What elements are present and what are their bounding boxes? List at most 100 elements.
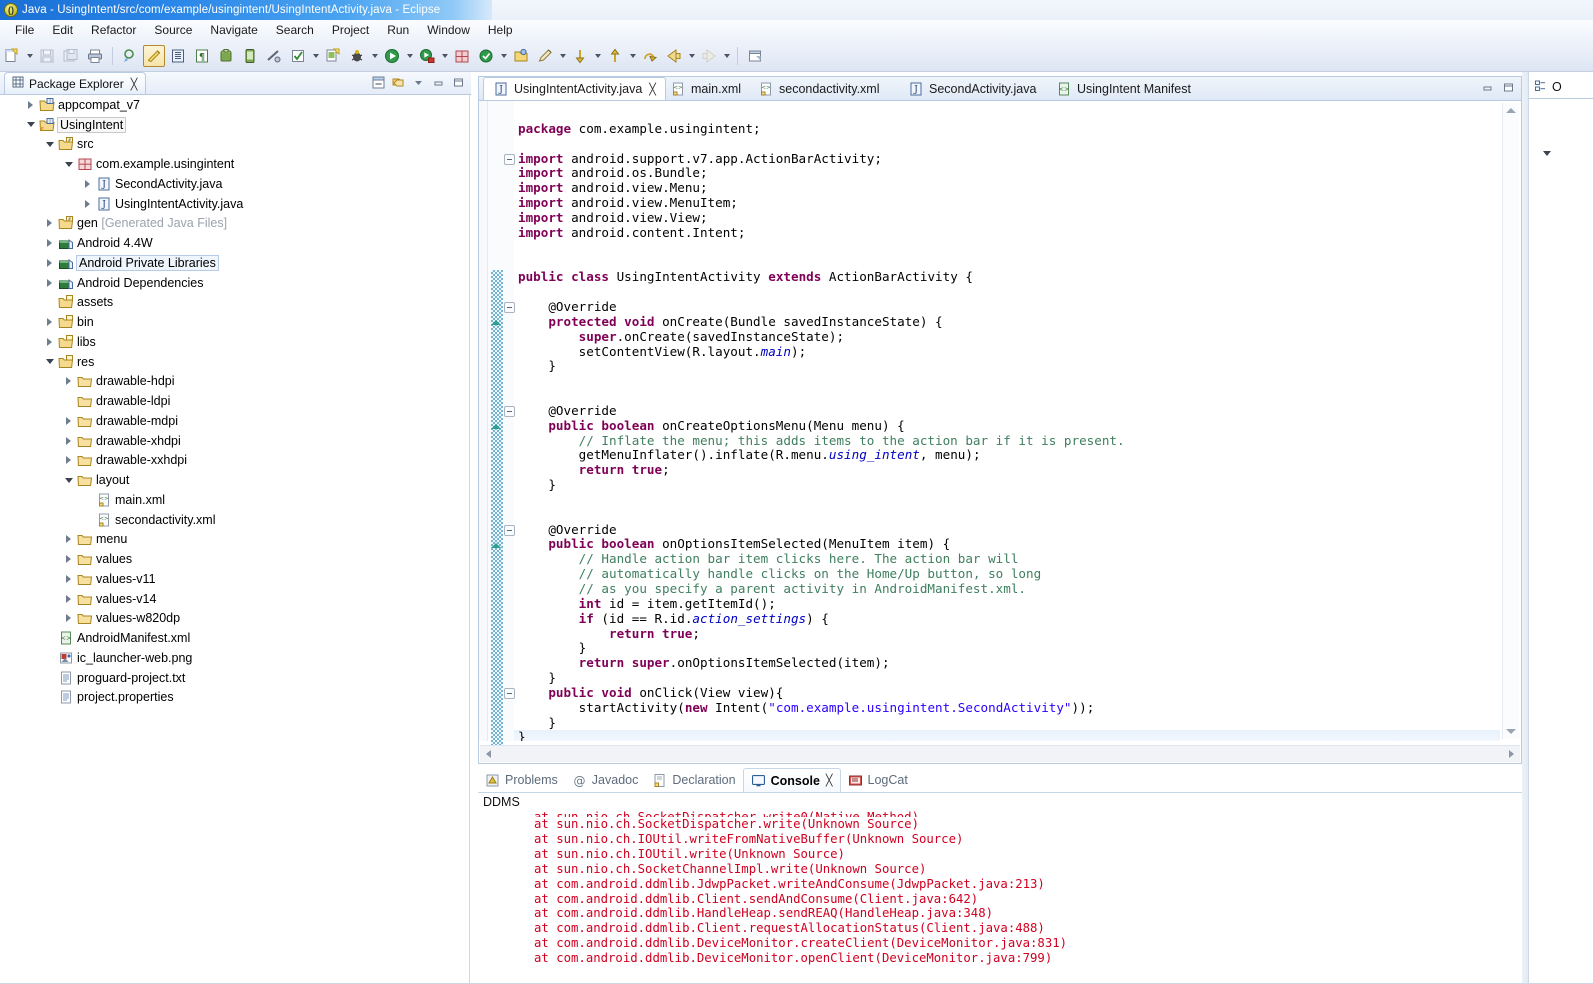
chevron-right-icon[interactable] <box>44 257 55 268</box>
tree-item-android-dependencies[interactable]: Android Dependencies <box>0 273 469 293</box>
toggle-mark-occurrences-icon[interactable] <box>119 45 141 67</box>
tab-outline[interactable]: O <box>1529 76 1562 98</box>
tab-package-explorer[interactable]: Package Explorer ╳ <box>4 72 147 95</box>
chevron-right-icon[interactable] <box>25 99 36 110</box>
new-package-icon[interactable] <box>451 45 473 67</box>
menu-item-search[interactable]: Search <box>267 21 323 40</box>
tree-item-values-w820dp[interactable]: values-w820dp <box>0 609 469 629</box>
chevron-down-icon[interactable] <box>63 475 74 486</box>
editor-tab-secondactivity-xml[interactable]: <> secondactivity.xml <box>749 77 889 101</box>
back-dropdown-arrow[interactable] <box>686 45 697 67</box>
console-tab-declaration[interactable]: Declaration <box>645 768 742 792</box>
tree-item-values-v14[interactable]: values-v14 <box>0 589 469 609</box>
collapse-all-icon[interactable] <box>370 74 387 91</box>
back-icon[interactable] <box>663 45 685 67</box>
chevron-right-icon[interactable] <box>63 554 74 565</box>
menu-item-file[interactable]: File <box>6 21 43 40</box>
menu-item-help[interactable]: Help <box>479 21 522 40</box>
tree-item-android-private-libraries[interactable]: Android Private Libraries <box>0 253 469 273</box>
new-dropdown-arrow[interactable] <box>24 45 35 67</box>
console-output[interactable]: at sun.nio.ch.SocketDispatcher.write0(Na… <box>478 810 1522 984</box>
new-window-icon[interactable] <box>744 45 766 67</box>
close-icon[interactable]: ╳ <box>649 83 656 96</box>
tree-item-secondactivity-xml[interactable]: <> secondactivity.xml <box>0 510 469 530</box>
scroll-left-icon[interactable] <box>486 750 491 758</box>
run-dropdown-arrow[interactable] <box>404 45 415 67</box>
close-icon[interactable]: ╳ <box>826 774 833 787</box>
menu-item-source[interactable]: Source <box>145 21 201 40</box>
tree-item-bin[interactable]: bin <box>0 312 469 332</box>
tree-item-libs[interactable]: libs <box>0 332 469 352</box>
previous-annotation-dropdown-arrow[interactable] <box>627 45 638 67</box>
tree-item-secondactivity-java[interactable]: J SecondActivity.java <box>0 174 469 194</box>
close-icon[interactable]: ╳ <box>131 78 138 91</box>
external-tools-dropdown-arrow[interactable] <box>439 45 450 67</box>
tree-item-values-v11[interactable]: values-v11 <box>0 569 469 589</box>
java-project-dropdown-arrow[interactable] <box>498 45 509 67</box>
tree-item-assets[interactable]: assets <box>0 293 469 313</box>
open-type-icon[interactable] <box>510 45 532 67</box>
chevron-right-icon[interactable] <box>44 218 55 229</box>
tree-item-src[interactable]: # src <box>0 135 469 155</box>
tree-item-proguard-project-txt[interactable]: proguard-project.txt <box>0 668 469 688</box>
tree-item-project-properties[interactable]: project.properties <box>0 688 469 708</box>
tree-item-usingintentactivity-java[interactable]: J UsingIntentActivity.java <box>0 194 469 214</box>
pilcrow-icon[interactable]: ¶ <box>191 45 213 67</box>
chevron-right-icon[interactable] <box>63 415 74 426</box>
tree-item-appcompat-v7[interactable]: Jappcompat_v7 <box>0 95 469 115</box>
editor-tab-secondactivity-java[interactable]: J SecondActivity.java <box>899 77 1045 101</box>
tree-item-main-xml[interactable]: <> main.xml <box>0 490 469 510</box>
check-dropdown-arrow[interactable] <box>310 45 321 67</box>
project-tree[interactable]: Jappcompat_v7 J UsingIntent # src com.example… <box>0 95 470 984</box>
tree-item-com-example-usingintent[interactable]: com.example.usingintent <box>0 154 469 174</box>
new-java-class-icon[interactable] <box>287 45 309 67</box>
tree-item-layout[interactable]: layout <box>0 470 469 490</box>
forward-dropdown-arrow[interactable] <box>721 45 732 67</box>
console-tab-logcat[interactable]: LogCat <box>841 768 915 792</box>
tree-item-android-4-4w[interactable]: Android 4.4W <box>0 233 469 253</box>
chevron-down-icon[interactable] <box>1543 151 1551 156</box>
tree-item-gen[interactable]: # gen [Generated Java Files] <box>0 214 469 234</box>
chevron-down-icon[interactable] <box>44 356 55 367</box>
last-edit-location-icon[interactable] <box>639 45 661 67</box>
chevron-right-icon[interactable] <box>63 376 74 387</box>
next-annotation-icon[interactable] <box>569 45 591 67</box>
editor-tab-usingintent-manifest[interactable]: <> UsingIntent Manifest <box>1047 77 1200 101</box>
chevron-right-icon[interactable] <box>82 178 93 189</box>
chevron-down-icon[interactable] <box>44 139 55 150</box>
tree-item-drawable-ldpi[interactable]: drawable-ldpi <box>0 391 469 411</box>
view-menu-icon[interactable] <box>410 74 427 91</box>
maximize-icon[interactable] <box>450 74 467 91</box>
scroll-up-icon[interactable] <box>1506 108 1516 113</box>
menu-item-project[interactable]: Project <box>323 21 378 40</box>
console-tab-console[interactable]: Console ╳ <box>742 767 841 793</box>
tree-item-values[interactable]: values <box>0 549 469 569</box>
run-external-tools-icon[interactable] <box>416 45 438 67</box>
chevron-down-icon[interactable] <box>25 119 36 130</box>
minimize-icon[interactable] <box>1481 81 1494 99</box>
search-dropdown-arrow[interactable] <box>557 45 568 67</box>
new-android-icon[interactable] <box>322 45 344 67</box>
chevron-right-icon[interactable] <box>44 336 55 347</box>
new-wizard-icon[interactable] <box>1 45 23 67</box>
menu-item-window[interactable]: Window <box>418 21 479 40</box>
chevron-right-icon[interactable] <box>44 238 55 249</box>
editor-horizontal-scrollbar[interactable] <box>480 745 1520 762</box>
editor-vertical-scrollbar[interactable] <box>1502 103 1519 739</box>
editor-tab-usingintentactivity-java[interactable]: J UsingIntentActivity.java ╳ <box>483 77 666 101</box>
chevron-right-icon[interactable] <box>44 277 55 288</box>
tree-item-res[interactable]: res <box>0 352 469 372</box>
forward-icon[interactable] <box>698 45 720 67</box>
save-all-icon[interactable] <box>60 45 82 67</box>
minimize-icon[interactable] <box>430 74 447 91</box>
print-icon[interactable] <box>84 45 106 67</box>
chevron-right-icon[interactable] <box>63 593 74 604</box>
menu-item-run[interactable]: Run <box>378 21 418 40</box>
tree-item-usingintent[interactable]: J UsingIntent <box>0 115 469 135</box>
next-annotation-dropdown-arrow[interactable] <box>592 45 603 67</box>
new-java-project-icon[interactable] <box>475 45 497 67</box>
search-icon[interactable] <box>534 45 556 67</box>
chevron-right-icon[interactable] <box>63 435 74 446</box>
tree-item-drawable-mdpi[interactable]: drawable-mdpi <box>0 411 469 431</box>
console-tab-problems[interactable]: Problems <box>478 768 565 792</box>
